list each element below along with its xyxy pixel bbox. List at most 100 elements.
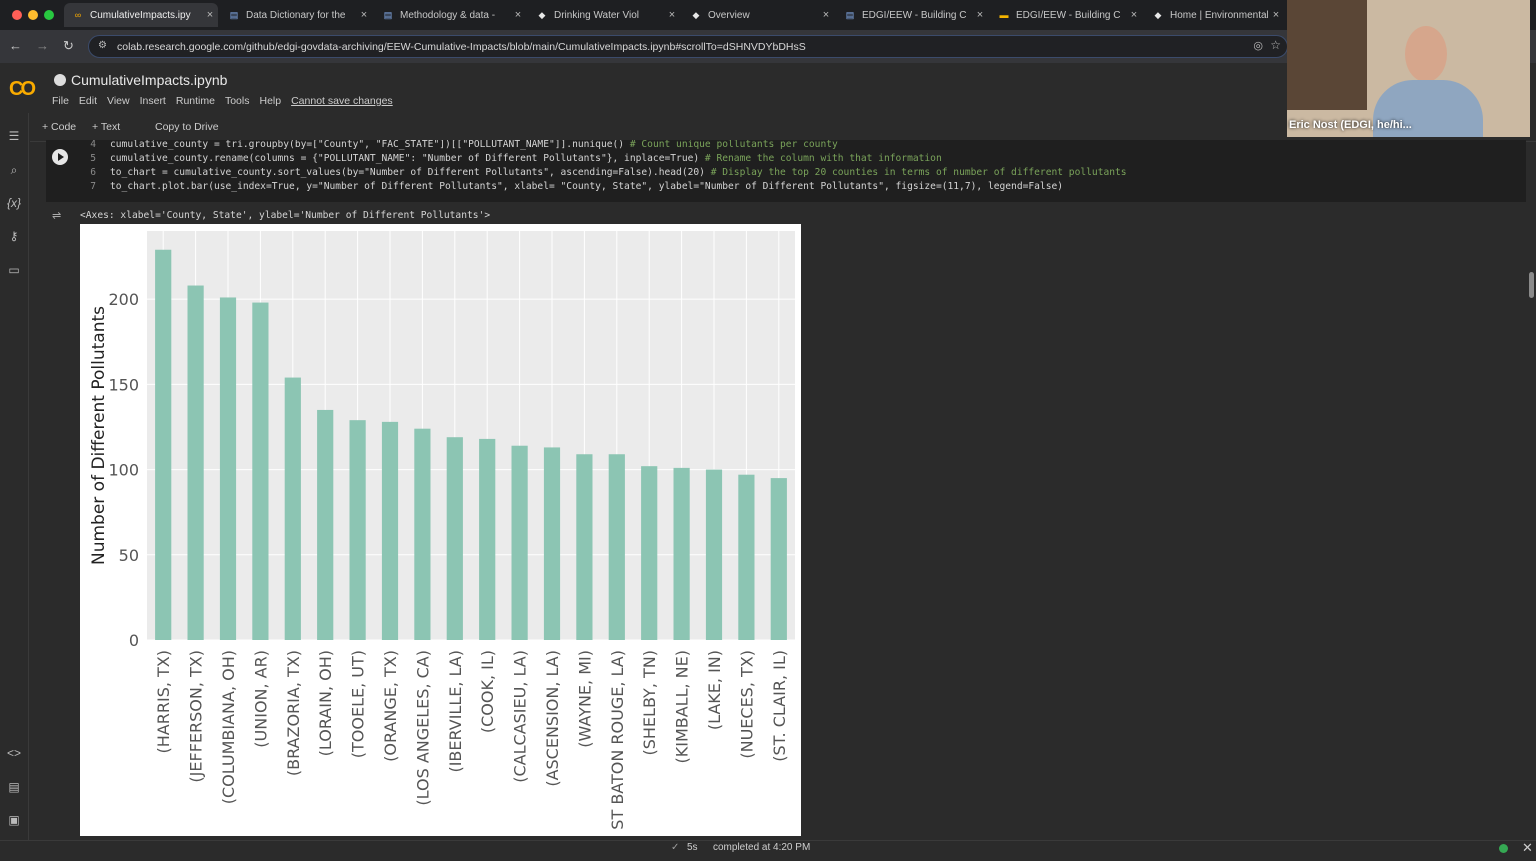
site-settings-icon[interactable]: ⚙ [98, 40, 107, 51]
y-tick-label: 0 [129, 631, 139, 650]
tab-close-icon[interactable]: × [1126, 9, 1142, 21]
bookmark-star-icon[interactable]: ☆ [1270, 38, 1281, 52]
code-line: 5 cumulative_county.rename(columns = {"PO… [46, 153, 942, 167]
x-tick-label: (ST. CLAIR, IL) [770, 650, 789, 762]
output-toggle-icon[interactable]: ⇌ [52, 209, 61, 222]
tab-close-icon[interactable]: × [1268, 9, 1284, 21]
files-folder-icon[interactable]: ▭ [4, 261, 24, 279]
reload-icon[interactable]: ↻ [63, 38, 74, 54]
close-panel-icon[interactable]: ✕ [1522, 840, 1533, 856]
left-sidebar: ☰ ⌕ {x} ⚷ ▭ <> ▤ ▣ [0, 113, 29, 840]
tab-close-icon[interactable]: × [356, 9, 372, 21]
maximize-window-button[interactable] [44, 10, 54, 20]
browser-tab[interactable]: ◆ Drinking Water Viol × [528, 3, 680, 27]
scrollbar-thumb[interactable] [1529, 272, 1534, 298]
menu-bar: File Edit View Insert Runtime Tools Help Cannot… [52, 95, 393, 107]
browser-tab[interactable]: ▬ EDGI/EEW - Building C × [990, 3, 1142, 27]
bar [187, 285, 204, 640]
tab-close-icon[interactable]: × [202, 9, 218, 21]
minimize-window-button[interactable] [28, 10, 38, 20]
bar [284, 377, 301, 640]
bar [219, 297, 237, 640]
x-tick-label: (WAYNE, MI) [575, 650, 594, 748]
bar [608, 454, 625, 640]
menu-item-insert[interactable]: Insert [140, 95, 166, 107]
table-of-contents-icon[interactable]: ☰ [4, 127, 24, 145]
page-icon: ◆ [692, 9, 700, 20]
tab-close-icon[interactable]: × [510, 9, 526, 21]
copy-to-drive-button[interactable]: Copy to Drive [155, 121, 219, 133]
x-tick-label: (JEFFERSON, TX) [187, 650, 206, 783]
back-icon[interactable]: ← [9, 38, 22, 53]
bar [252, 302, 269, 640]
x-tick-label: (LOS ANGELES, CA) [413, 650, 432, 806]
menu-item-tools[interactable]: Tools [225, 95, 250, 107]
output-text: <Axes: xlabel='County, State', ylabel='N… [80, 210, 491, 221]
connection-status-icon[interactable] [1499, 844, 1508, 853]
url-text: colab.research.google.com/github/edgi-go… [117, 40, 806, 53]
search-icon[interactable]: ⌕ [4, 161, 24, 179]
variables-icon[interactable]: {x} [4, 194, 24, 212]
x-tick-label: (SHELBY, TN) [640, 650, 659, 755]
x-tick-label: (BRAZORIA, TX) [284, 650, 303, 776]
terminal-icon[interactable]: ▣ [4, 811, 24, 829]
chart-output: 0 50 100 150 200 (HARRIS, TX) (JEFFERSON, TX) (… [80, 224, 801, 836]
tab-close-icon[interactable]: × [972, 9, 988, 21]
code-cell[interactable]: 4 cumulative_county = tri.groupby(by=["Co… [46, 140, 1526, 202]
bar [414, 428, 431, 640]
cannot-save-link[interactable]: Cannot save changes [291, 95, 393, 107]
add-text-button[interactable]: + Text [92, 121, 120, 133]
forward-icon[interactable]: → [36, 38, 49, 53]
bar [479, 438, 496, 640]
x-tick-label: (IBERVILLE, LA) [446, 650, 465, 773]
plot-area [147, 231, 795, 640]
add-code-button[interactable]: + Code [42, 121, 76, 133]
colab-logo[interactable]: CO [9, 78, 36, 101]
bar [576, 454, 593, 640]
x-tick-label: (TOOELE, UT) [349, 650, 368, 758]
menu-item-view[interactable]: View [107, 95, 130, 107]
notebook-title-text[interactable]: CumulativeImpacts.ipynb [71, 72, 227, 88]
code-comment: # Rename the column with that informatio… [704, 153, 942, 164]
x-tick-label: (HARRIS, TX) [154, 650, 173, 753]
menu-item-edit[interactable]: Edit [79, 95, 97, 107]
bar-chart: 0 50 100 150 200 (HARRIS, TX) (JEFFERSON, TX) (… [89, 231, 795, 830]
browser-tab[interactable]: ∞ CumulativeImpacts.ipy × [64, 3, 218, 27]
bar [705, 469, 723, 640]
command-palette-icon[interactable]: ▤ [4, 778, 24, 796]
url-field[interactable]: ⚙ colab.research.google.com/github/edgi-… [88, 35, 1288, 58]
browser-tab[interactable]: ▤ Methodology & data - × [374, 3, 526, 27]
x-tick-label: (KIMBALL, NE) [673, 650, 692, 764]
secrets-key-icon[interactable]: ⚷ [4, 227, 24, 245]
tab-label: Drinking Water Viol [554, 9, 640, 21]
browser-tab[interactable]: ▤ EDGI/EEW - Building C × [836, 3, 988, 27]
bar [543, 447, 561, 640]
menu-item-help[interactable]: Help [259, 95, 281, 107]
eye-off-icon[interactable]: ◎ [1253, 39, 1263, 52]
y-axis-label: Number of Different Pollutants [89, 306, 109, 565]
notebook-title[interactable]: CumulativeImpacts.ipynb [54, 72, 227, 88]
menu-item-runtime[interactable]: Runtime [176, 95, 215, 107]
browser-tab[interactable]: ◆ Overview × [682, 3, 834, 27]
browser-tab[interactable]: ▤ Data Dictionary for the × [220, 3, 372, 27]
x-tick-label: (LORAIN, OH) [316, 650, 335, 756]
browser-tab[interactable]: ◆ Home | Environmental × [1144, 3, 1284, 27]
x-tick-label: (LAKE, IN) [705, 650, 724, 730]
bar [511, 445, 528, 640]
tab-close-icon[interactable]: × [818, 9, 834, 21]
page-icon: ◆ [538, 9, 546, 20]
line-number: 7 [90, 181, 96, 192]
menu-item-file[interactable]: File [52, 95, 69, 107]
tab-close-icon[interactable]: × [664, 9, 680, 21]
play-icon [58, 153, 64, 161]
code-line: 4 cumulative_county = tri.groupby(by=["Co… [46, 140, 838, 153]
x-tick-label: (COOK, IL) [478, 650, 497, 733]
x-tick-label: (ORANGE, TX) [381, 650, 400, 762]
tab-label: EDGI/EEW - Building C [862, 9, 967, 21]
run-cell-button[interactable] [52, 149, 68, 165]
code-line: 6 to_chart = cumulative_county.sort_value… [46, 167, 1126, 181]
code-snippets-icon[interactable]: <> [4, 744, 24, 762]
close-window-button[interactable] [12, 10, 22, 20]
x-tick-label: (CALCASIEU, LA) [511, 650, 530, 783]
bar [770, 478, 787, 640]
